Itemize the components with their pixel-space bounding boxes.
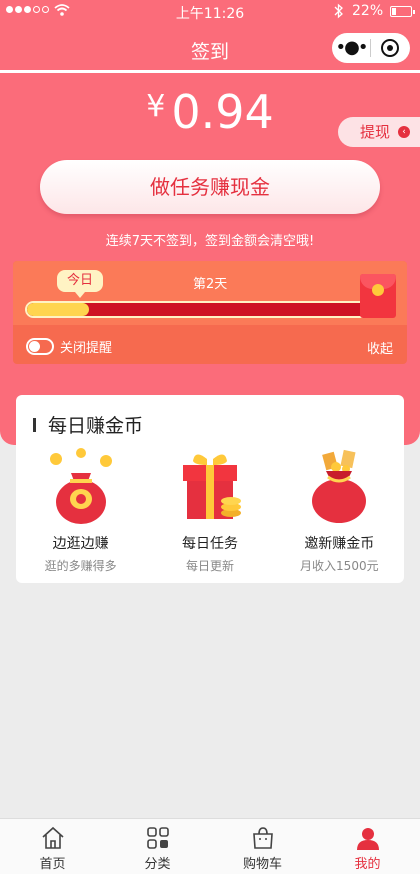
progress-track xyxy=(25,301,395,318)
battery-percent: 22% xyxy=(352,3,384,19)
earn-item-label: 边逛边赚 xyxy=(52,536,109,552)
progress-fill xyxy=(27,303,90,316)
user-icon xyxy=(356,828,379,850)
daily-coins-card: 每日赚金币 边逛边赚 逛的多赚得多 每日任务 每日更新 邀新赚金币 月收入150… xyxy=(16,395,404,583)
earn-item-tasks[interactable]: 每日任务 每日更新 xyxy=(145,447,274,574)
lucky-bag-icon xyxy=(275,447,404,527)
reminder-toggle[interactable]: 关闭提醒 xyxy=(26,337,112,356)
home-icon xyxy=(41,826,64,849)
earn-item-label: 邀新赚金币 xyxy=(304,536,375,552)
do-tasks-button[interactable]: 做任务赚现金 xyxy=(40,160,380,214)
checkin-notice: 连续7天不签到，签到金额会清空哦! xyxy=(105,234,315,249)
day-2-label: 第2天 xyxy=(193,277,228,292)
tab-label: 我的 xyxy=(354,857,381,872)
tab-home[interactable]: 首页 xyxy=(0,819,105,874)
reminder-label: 关闭提醒 xyxy=(60,341,113,356)
earn-item-sub: 逛的多赚得多 xyxy=(44,559,117,573)
chevron-left-icon: ‹ xyxy=(398,126,410,138)
checkin-progress-card: 今日 第2天 关闭提醒 收起 xyxy=(13,261,407,364)
bag-icon xyxy=(252,827,273,849)
gift-box-icon xyxy=(145,447,274,527)
status-bar: 上午11:26 22% xyxy=(0,0,420,24)
grid-icon xyxy=(146,827,169,849)
red-envelope-icon[interactable] xyxy=(360,274,396,318)
bluetooth-icon xyxy=(334,3,344,23)
tab-category[interactable]: 分类 xyxy=(105,819,210,874)
earn-item-label: 每日任务 xyxy=(181,536,238,552)
today-tag: 今日 xyxy=(57,270,103,298)
withdraw-label: 提现 xyxy=(360,123,391,141)
balance-amount: 0.94 xyxy=(171,85,274,139)
mini-program-capsule: •●• xyxy=(332,33,410,63)
money-bag-icon xyxy=(16,447,145,527)
tab-bar: 首页 分类 购物车 我的 xyxy=(0,818,420,874)
tab-label: 分类 xyxy=(144,857,171,872)
nav-bar: 签到 •●• xyxy=(0,24,420,70)
tab-profile[interactable]: 我的 xyxy=(315,819,420,874)
checkin-hero: ¥0.94 提现 ‹ 做任务赚现金 连续7天不签到，签到金额会清空哦! 今日 第… xyxy=(0,73,420,445)
tab-cart[interactable]: 购物车 xyxy=(210,819,315,874)
battery-icon xyxy=(390,6,415,17)
currency-symbol: ¥ xyxy=(146,89,166,124)
earn-item-browse[interactable]: 边逛边赚 逛的多赚得多 xyxy=(16,447,145,574)
withdraw-button[interactable]: 提现 ‹ xyxy=(338,117,420,147)
tab-label: 首页 xyxy=(39,857,66,872)
close-icon[interactable] xyxy=(371,39,409,57)
daily-title: 每日赚金币 xyxy=(48,415,144,437)
earn-item-sub: 每日更新 xyxy=(185,559,234,573)
collapse-button[interactable]: 收起 xyxy=(367,338,393,357)
more-icon[interactable]: •●• xyxy=(332,33,370,63)
daily-header: 每日赚金币 xyxy=(33,411,143,438)
earn-item-sub: 月收入1500元 xyxy=(300,559,379,573)
tab-label: 购物车 xyxy=(242,857,282,872)
earn-item-invite[interactable]: 邀新赚金币 月收入1500元 xyxy=(275,447,404,574)
toggle-switch[interactable] xyxy=(26,338,54,355)
